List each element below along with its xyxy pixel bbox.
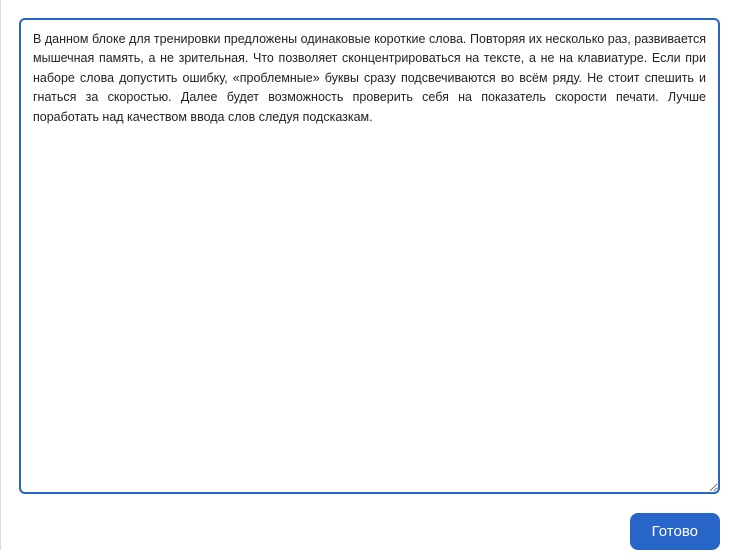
editor-panel: Готово (0, 0, 738, 550)
ready-button[interactable]: Готово (630, 513, 720, 550)
button-row: Готово (1, 503, 738, 550)
textarea-wrapper (1, 0, 738, 503)
typing-practice-textarea[interactable] (19, 18, 720, 494)
